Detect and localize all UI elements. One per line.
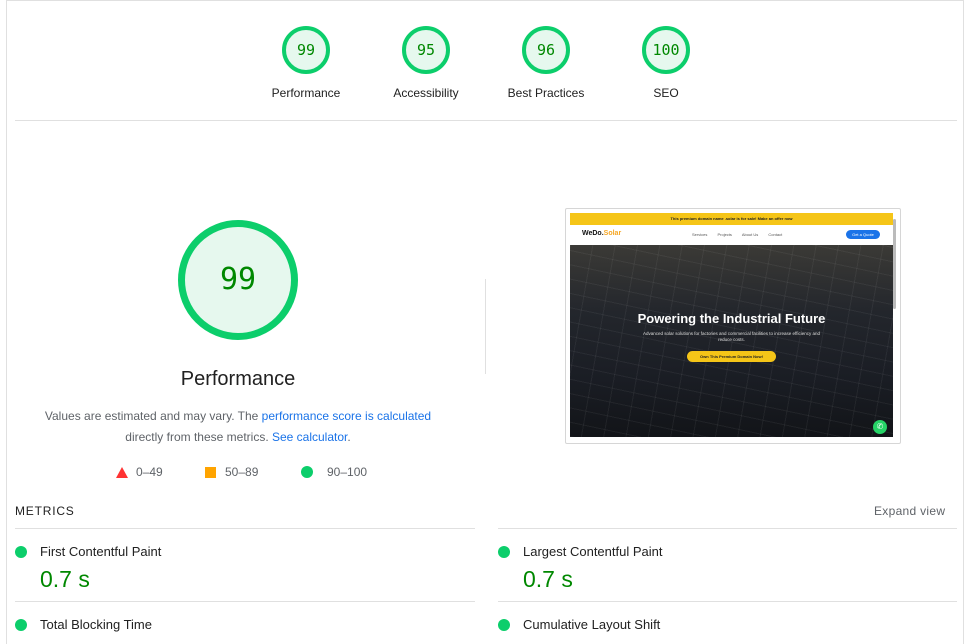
score-ring: 96 — [522, 26, 570, 74]
metric-cls: Cumulative Layout Shift — [483, 603, 883, 644]
divider — [498, 601, 957, 602]
divider — [15, 528, 475, 529]
legend-pass: 90–100 — [301, 464, 367, 480]
metric-fcp: First Contentful Paint 0.7 s — [0, 530, 400, 602]
see-calculator-link[interactable]: See calculator — [272, 430, 347, 444]
legend-average: 50–89 — [205, 464, 258, 480]
brand-prefix: WeDo. — [582, 230, 604, 237]
pass-circle-icon — [15, 546, 27, 558]
legend-label: 90–100 — [327, 465, 368, 479]
metric-name: Largest Contentful Paint — [523, 544, 663, 559]
quote-button: Get a Quote — [846, 230, 880, 239]
hero-image: Powering the Industrial Future Advanced … — [570, 245, 893, 437]
divider — [498, 528, 957, 529]
whatsapp-icon: ✆ — [873, 420, 887, 434]
divider — [15, 601, 475, 602]
score-ring: 100 — [642, 26, 690, 74]
metric-name: Cumulative Layout Shift — [523, 617, 661, 632]
gauge-best-practices[interactable]: 96 Best Practices — [486, 26, 606, 100]
category-gauges: 99 Performance 95 Accessibility 96 Best … — [0, 26, 965, 116]
legend-label: 50–89 — [225, 465, 259, 479]
desc-text: . — [347, 430, 351, 444]
circle-icon — [301, 466, 313, 478]
hero-subtitle: Advanced solar solutions for factories a… — [642, 331, 820, 342]
hero-button: Own This Premium Domain Now! — [687, 351, 776, 362]
site-nav: WeDo.Solar Services Projects About Us Co… — [570, 225, 893, 245]
performance-score-link[interactable]: performance score is calculated — [262, 409, 431, 423]
nav-link: Contact — [768, 232, 783, 237]
gauge-label: Accessibility — [393, 86, 459, 100]
vertical-divider — [485, 279, 486, 374]
gauge-label: Performance — [271, 86, 341, 100]
performance-score-gauge: 99 — [178, 220, 298, 340]
screenshot-content: This premium domain name .solar is for s… — [570, 213, 893, 437]
gauge-label: SEO — [653, 86, 679, 100]
metrics-header: METRICS — [15, 504, 75, 518]
hero-title: Powering the Industrial Future — [637, 311, 826, 326]
site-logo: WeDo.Solar — [582, 230, 621, 237]
nav-links: Services Projects About Us Contact — [692, 232, 791, 237]
performance-title: Performance — [180, 368, 296, 390]
gauge-label: Best Practices — [507, 86, 585, 100]
metric-name: Total Blocking Time — [40, 617, 152, 632]
score-ring: 95 — [402, 26, 450, 74]
metric-value: 0.7 s — [40, 566, 90, 592]
metric-name: First Contentful Paint — [40, 544, 162, 559]
desc-text: directly from these metrics. — [125, 430, 272, 444]
metric-lcp: Largest Contentful Paint 0.7 s — [483, 530, 883, 602]
divider — [15, 120, 957, 121]
thumbnail-scrollbar — [893, 219, 896, 309]
pass-circle-icon — [498, 619, 510, 631]
triangle-icon — [116, 467, 128, 478]
brand-suffix: Solar — [603, 230, 622, 237]
metric-tbt: Total Blocking Time — [0, 603, 400, 644]
nav-link: Services — [692, 232, 708, 237]
score-value: 96 — [536, 41, 556, 59]
legend-label: 0–49 — [136, 465, 163, 479]
nav-link: Projects — [717, 232, 732, 237]
score-description: Values are estimated and may vary. The p… — [38, 406, 438, 448]
sale-banner: This premium domain name .solar is for s… — [570, 213, 893, 225]
performance-score-value: 99 — [219, 262, 257, 297]
score-value: 95 — [416, 41, 436, 59]
legend-fail: 0–49 — [116, 464, 163, 480]
gauge-seo[interactable]: 100 SEO — [606, 26, 726, 100]
expand-view-button[interactable]: Expand view — [874, 504, 945, 518]
nav-link: About Us — [741, 232, 759, 237]
score-value: 99 — [296, 41, 316, 59]
desc-text: Values are estimated and may vary. The — [44, 409, 262, 423]
gauge-performance[interactable]: 99 Performance — [246, 26, 366, 100]
square-icon — [205, 467, 216, 478]
score-legend: 0–49 50–89 90–100 — [0, 464, 500, 482]
metric-value: 0.7 s — [523, 566, 573, 592]
final-screenshot[interactable]: This premium domain name .solar is for s… — [565, 208, 901, 444]
pass-circle-icon — [498, 546, 510, 558]
score-ring: 99 — [282, 26, 330, 74]
gauge-accessibility[interactable]: 95 Accessibility — [366, 26, 486, 100]
score-value: 100 — [652, 41, 680, 59]
pass-circle-icon — [15, 619, 27, 631]
